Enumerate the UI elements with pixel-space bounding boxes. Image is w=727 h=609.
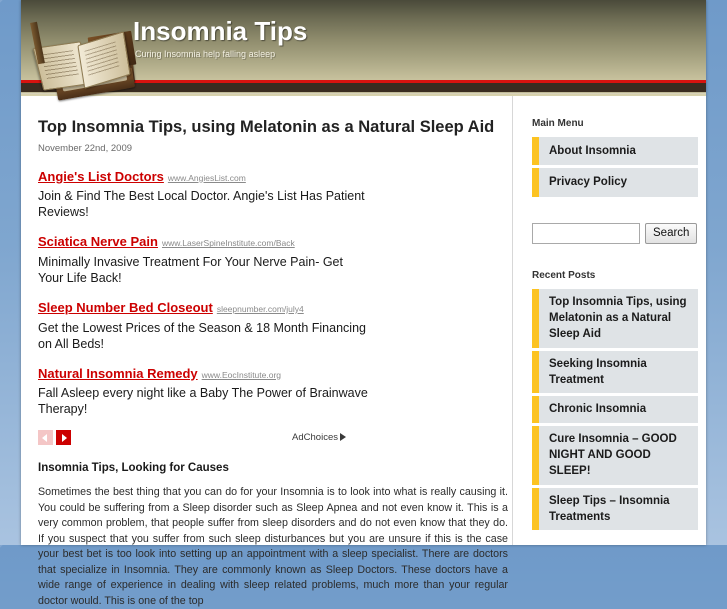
article-body-text: Sometimes the best thing that you can do… <box>38 486 508 607</box>
ad-url-link[interactable]: www.EocInstitute.org <box>202 370 281 380</box>
ad-item: Sciatica Nerve Pain www.LaserSpineInstitu… <box>38 233 368 286</box>
ad-url-link[interactable]: www.LaserSpineInstitute.com/Back <box>162 238 295 248</box>
ad-description: Get the Lowest Prices of the Season & 18… <box>38 320 366 351</box>
ad-title-link[interactable]: Sleep Number Bed Closeout <box>38 300 213 315</box>
book-left-text-lines <box>40 50 80 80</box>
ad-title-link[interactable]: Angie's List Doctors <box>38 169 164 184</box>
page-container: Insomnia Tips Curing Insomnia help falli… <box>21 0 706 607</box>
ad-header: Sleep Number Bed Closeout sleepnumber.com… <box>38 299 368 317</box>
ad-item: Angie's List Doctors www.AngiesList.com J… <box>38 168 368 221</box>
search-input[interactable] <box>532 222 640 244</box>
list-item[interactable]: Chronic Insomnia <box>532 396 698 423</box>
ad-description: Join & Find The Best Local Doctor. Angie… <box>38 189 365 220</box>
main-menu-list: About Insomnia Privacy Policy <box>532 137 698 197</box>
main-menu-heading: Main Menu <box>532 118 584 129</box>
ad-header: Sciatica Nerve Pain www.LaserSpineInstitu… <box>38 233 368 251</box>
site-tagline: Curing Insomnia help falling asleep <box>135 49 276 59</box>
body-wrapper: Top Insomnia Tips, using Melatonin as a … <box>21 96 706 607</box>
ad-prev-arrow-icon[interactable] <box>38 430 53 446</box>
sidebar-item-privacy-policy[interactable]: Privacy Policy <box>532 168 698 197</box>
main-content: Top Insomnia Tips, using Melatonin as a … <box>38 96 508 609</box>
sidebar: Main Menu About Insomnia Privacy Policy … <box>512 96 698 545</box>
ad-header: Angie's List Doctors www.AngiesList.com <box>38 168 368 186</box>
article-subheading: Insomnia Tips, Looking for Causes <box>38 462 229 475</box>
list-item[interactable]: Sleep Tips – Insomnia Treatments <box>532 487 698 531</box>
post-title: Top Insomnia Tips, using Melatonin as a … <box>38 118 495 136</box>
ad-title-link[interactable]: Sciatica Nerve Pain <box>38 234 158 249</box>
ad-item: Sleep Number Bed Closeout sleepnumber.com… <box>38 299 368 352</box>
ad-title-link[interactable]: Natural Insomnia Remedy <box>38 366 198 381</box>
list-item[interactable]: Cure Insomnia – GOOD NIGHT AND GOOD SLEE… <box>532 425 698 485</box>
sidebar-item-about-insomnia[interactable]: About Insomnia <box>532 137 698 166</box>
advertisement-block: Angie's List Doctors www.AngiesList.com J… <box>38 168 368 450</box>
ad-description: Minimally Invasive Treatment For Your Ne… <box>38 254 343 285</box>
books-logo-image <box>30 21 140 101</box>
adchoices-link[interactable]: AdChoices <box>292 432 346 443</box>
search-button[interactable]: Search <box>645 222 698 244</box>
ad-item: Natural Insomnia Remedy www.EocInstitute.… <box>38 365 368 418</box>
search-row: Search <box>532 222 698 244</box>
adchoices-triangle-icon <box>340 433 346 442</box>
post-date: November 22nd, 2009 <box>38 142 133 154</box>
ad-description: Fall Asleep every night like a Baby The … <box>38 386 368 417</box>
ad-next-arrow-icon[interactable] <box>56 430 71 446</box>
list-item[interactable]: Seeking Insomnia Treatment <box>532 350 698 394</box>
adchoices-label: AdChoices <box>292 432 338 444</box>
recent-posts-list: Top Insomnia Tips, using Melatonin as a … <box>532 288 698 531</box>
ad-url-link[interactable]: www.AngiesList.com <box>168 173 246 183</box>
recent-posts-heading: Recent Posts <box>532 269 596 281</box>
site-title: Insomnia Tips <box>133 16 308 46</box>
list-item[interactable]: Top Insomnia Tips, using Melatonin as a … <box>532 288 698 348</box>
ad-header: Natural Insomnia Remedy www.EocInstitute.… <box>38 365 368 383</box>
ad-url-link[interactable]: sleepnumber.com/july4 <box>217 304 304 314</box>
ad-navigation: AdChoices <box>38 430 368 450</box>
